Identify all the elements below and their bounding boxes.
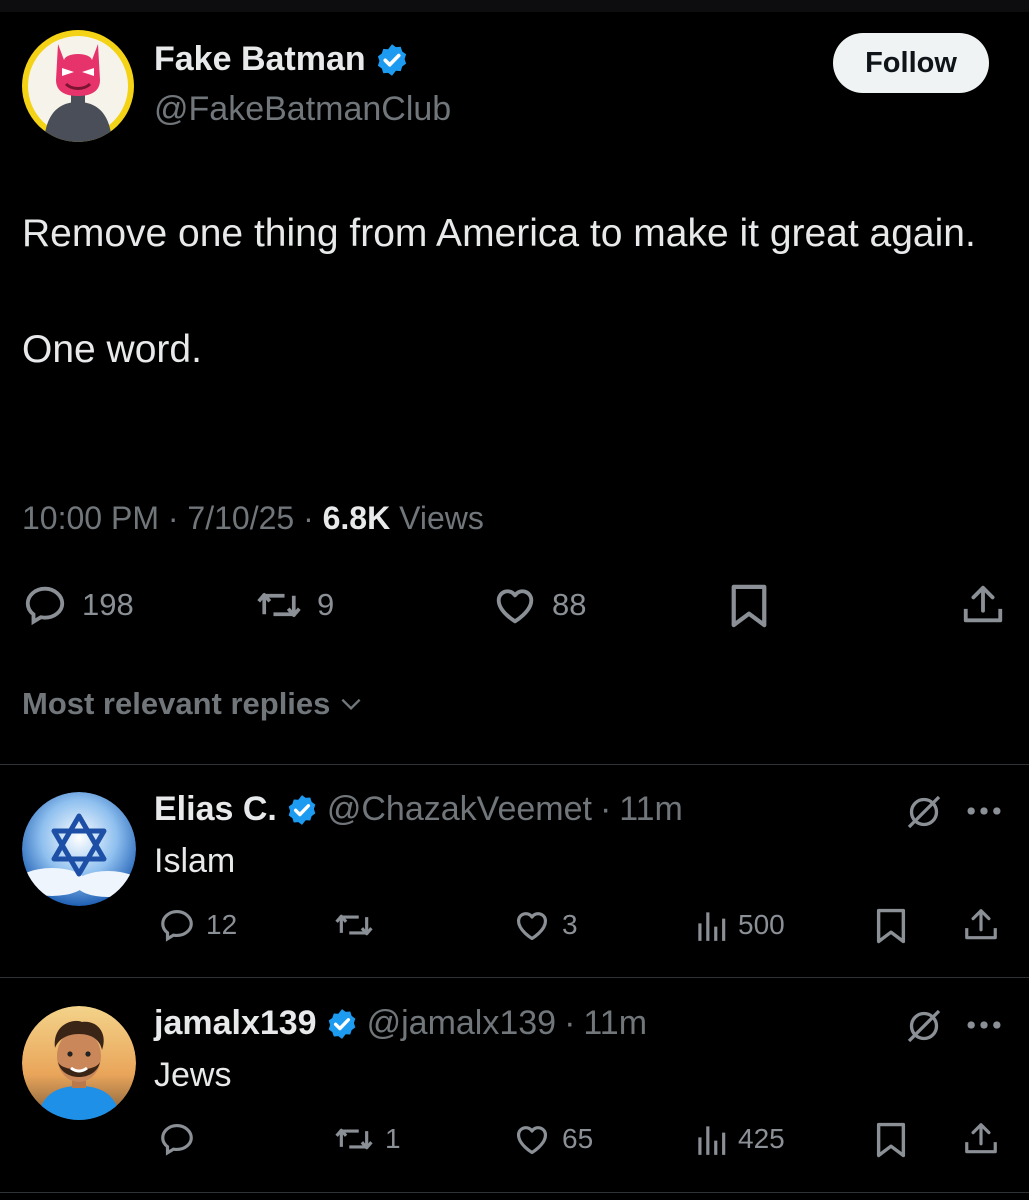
cartoon-person-avatar-icon	[22, 1006, 136, 1120]
share-icon	[963, 585, 1003, 623]
more-options-icon[interactable]	[962, 796, 1006, 826]
author-name-row[interactable]: Fake Batman	[154, 40, 410, 79]
reply-button[interactable]	[158, 1120, 206, 1158]
tweet-meta: 10:00 PM · 7/10/25 · 6.8K Views	[22, 500, 484, 537]
heart-icon	[516, 912, 548, 941]
views-button[interactable]: 500	[694, 906, 785, 944]
reply-text: Jews	[154, 1056, 232, 1094]
divider	[0, 764, 1029, 765]
like-count: 65	[562, 1123, 594, 1154]
repost-button[interactable]: 1	[333, 1120, 401, 1158]
author-avatar[interactable]	[22, 30, 134, 142]
reply-time[interactable]: 11m	[583, 1004, 647, 1043]
share-icon	[965, 909, 997, 940]
reply-icon	[161, 1123, 193, 1156]
views-count[interactable]: 6.8K	[323, 500, 391, 536]
grok-icon[interactable]	[904, 1006, 944, 1046]
reply-avatar[interactable]	[22, 792, 136, 906]
divider	[0, 1192, 1029, 1193]
author-name[interactable]: Fake Batman	[154, 40, 366, 79]
repost-count: 9	[317, 587, 335, 622]
bookmark-icon	[876, 1122, 906, 1158]
reply-author-name[interactable]: Elias C.	[154, 790, 277, 829]
tweet-text-line: One word.	[22, 328, 202, 371]
reply-button[interactable]: 198	[22, 582, 134, 628]
grok-icon[interactable]	[904, 792, 944, 832]
like-count: 88	[552, 587, 587, 622]
tweet-text-line: Remove one thing from America to make it…	[22, 212, 976, 255]
reply-sort-label: Most relevant replies	[22, 686, 331, 721]
share-button[interactable]	[962, 906, 1000, 944]
repost-button[interactable]: 9	[255, 582, 334, 628]
reply-avatar[interactable]	[22, 1006, 136, 1120]
more-options-icon[interactable]	[962, 1010, 1006, 1040]
share-button[interactable]	[962, 1120, 1000, 1158]
tweet-date[interactable]: 7/10/25	[187, 500, 294, 536]
separator-dot: ·	[564, 1004, 576, 1042]
reply-button[interactable]: 12	[158, 906, 237, 944]
reply-author-handle[interactable]: @jamalx139	[367, 1004, 557, 1043]
analytics-icon	[698, 1126, 726, 1155]
tweet-time[interactable]: 10:00 PM	[22, 500, 159, 536]
star-of-david-avatar-icon	[22, 792, 136, 906]
share-button[interactable]	[960, 582, 1006, 628]
heart-icon	[516, 1126, 548, 1155]
share-icon	[965, 1123, 997, 1154]
author-handle[interactable]: @FakeBatmanClub	[154, 90, 451, 129]
bookmark-button[interactable]	[728, 582, 770, 630]
analytics-icon	[698, 912, 726, 941]
masked-hero-avatar-icon	[28, 36, 128, 142]
reply-sort-dropdown[interactable]: Most relevant replies	[22, 686, 364, 722]
reply-icon	[25, 586, 65, 626]
tweet-text: Remove one thing from America to make it…	[22, 205, 1002, 379]
repost-icon	[335, 914, 373, 936]
reply-author-name[interactable]: jamalx139	[154, 1004, 317, 1043]
bookmark-icon	[731, 584, 767, 628]
views-count: 425	[738, 1123, 785, 1154]
reply-icon	[161, 909, 193, 942]
like-count: 3	[562, 909, 578, 940]
separator-dot: ·	[599, 790, 612, 828]
like-button[interactable]: 3	[512, 906, 578, 944]
repost-icon	[257, 593, 301, 617]
reply-time[interactable]: 11m	[619, 790, 683, 829]
like-button[interactable]: 88	[492, 582, 586, 628]
separator-dot: ·	[167, 500, 188, 536]
like-button[interactable]: 65	[512, 1120, 593, 1158]
reply-count: 12	[206, 909, 238, 940]
reply-author-handle[interactable]: @ChazakVeemet	[327, 790, 592, 829]
bookmark-button[interactable]	[874, 1120, 908, 1160]
verified-badge-icon	[328, 1008, 355, 1039]
views-button[interactable]: 425	[694, 1120, 785, 1158]
verified-badge-icon	[288, 794, 316, 825]
bookmark-icon	[876, 908, 906, 944]
heart-icon	[496, 589, 534, 624]
reply-count: 198	[82, 587, 134, 622]
reply-header: Elias C. @ChazakVeemet · 11m	[154, 790, 683, 829]
bookmark-button[interactable]	[874, 906, 908, 946]
repost-button[interactable]	[333, 906, 385, 944]
status-strip	[0, 0, 1029, 12]
follow-button[interactable]: Follow	[833, 33, 989, 93]
separator-dot: ·	[303, 500, 323, 536]
chevron-down-icon	[341, 698, 361, 711]
repost-icon	[335, 1128, 373, 1150]
verified-badge-icon	[377, 43, 406, 76]
reply-header: jamalx139 @jamalx139 · 11m	[154, 1004, 647, 1043]
divider	[0, 977, 1029, 978]
reply-text: Islam	[154, 842, 236, 880]
views-count: 500	[738, 909, 785, 940]
repost-count: 1	[385, 1123, 401, 1154]
views-label: Views	[399, 500, 484, 536]
